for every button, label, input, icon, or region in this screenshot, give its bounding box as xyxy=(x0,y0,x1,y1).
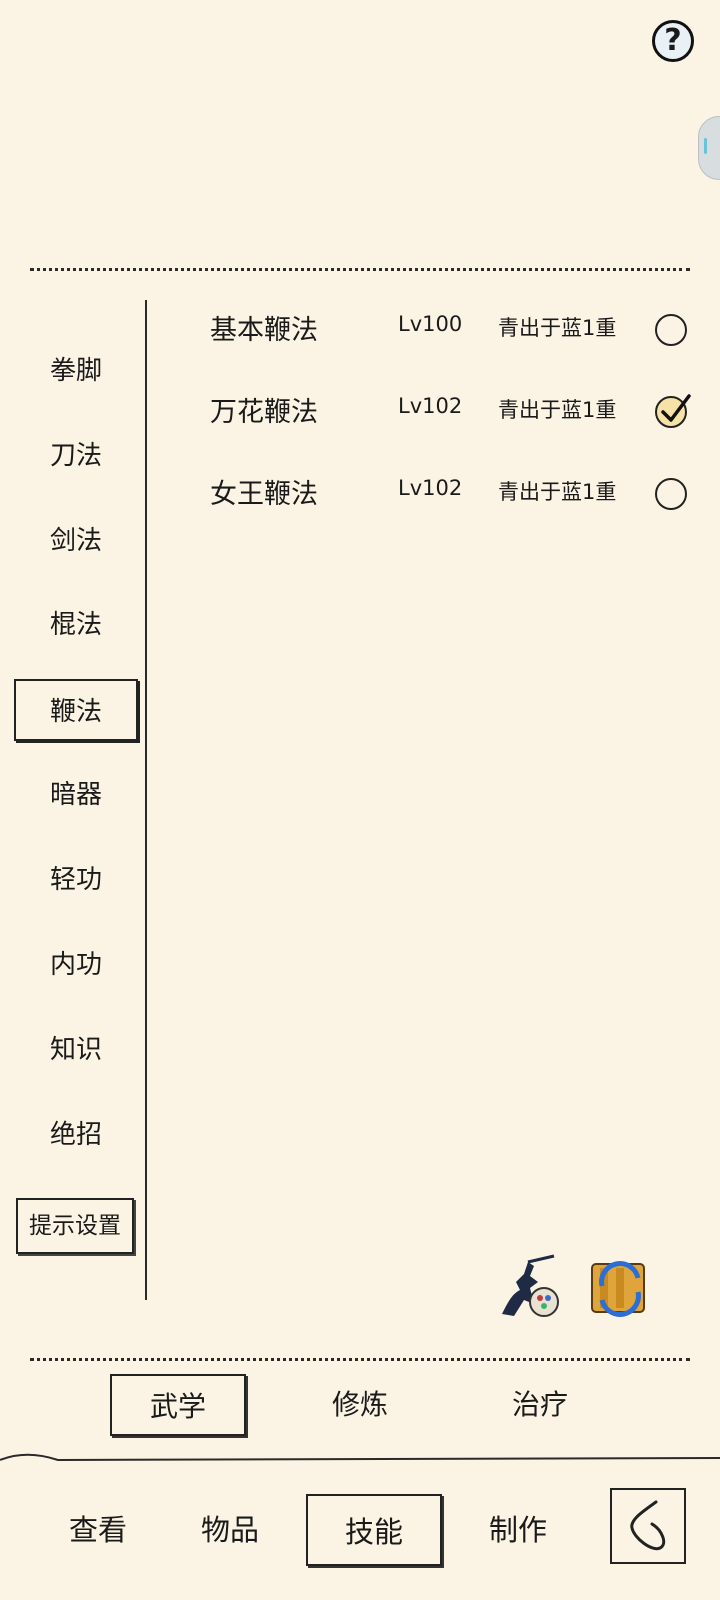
category-label: 内功 xyxy=(49,950,102,980)
category-gunfa[interactable]: 棍法 xyxy=(14,594,138,656)
category-label: 剑法 xyxy=(49,526,102,556)
category-anqi[interactable]: 暗器 xyxy=(14,764,138,826)
nav-label: 技能 xyxy=(344,1515,403,1549)
skill-select-radio[interactable] xyxy=(655,314,687,346)
category-label: 绝招 xyxy=(49,1120,102,1150)
category-zhishi[interactable]: 知识 xyxy=(14,1019,138,1081)
hint-settings-button[interactable]: 提示设置 xyxy=(16,1198,134,1254)
hint-settings-label: 提示设置 xyxy=(29,1213,121,1239)
tab-zhiliao[interactable]: 治疗 xyxy=(472,1374,608,1436)
skill-level: Lv102 xyxy=(398,394,463,418)
brush-divider xyxy=(0,1448,720,1468)
category-label: 拳脚 xyxy=(49,356,102,386)
bottom-divider xyxy=(30,1358,690,1361)
nav-label: 制作 xyxy=(488,1513,547,1547)
skill-name: 女王鞭法 xyxy=(210,479,318,510)
nav-jineng[interactable]: 技能 xyxy=(306,1494,442,1566)
category-quanjiao[interactable]: 拳脚 xyxy=(14,340,138,402)
tab-xiulian[interactable]: 修炼 xyxy=(292,1374,428,1436)
skill-select-radio[interactable] xyxy=(655,478,687,510)
help-button[interactable]: ? xyxy=(652,20,694,62)
skill-tier: 青出于蓝1重 xyxy=(498,480,617,504)
skill-tier: 青出于蓝1重 xyxy=(498,316,617,340)
skill-name: 基本鞭法 xyxy=(210,315,318,346)
nav-label: 查看 xyxy=(68,1513,127,1547)
skill-select-radio-checked[interactable] xyxy=(655,394,691,428)
skill-tier: 青出于蓝1重 xyxy=(498,398,617,422)
category-jianfa[interactable]: 剑法 xyxy=(14,510,138,572)
top-divider xyxy=(30,268,690,271)
side-drawer-handle[interactable] xyxy=(698,116,720,180)
nav-label: 物品 xyxy=(200,1513,259,1547)
skill-row[interactable]: 女王鞭法 Lv102 青出于蓝1重 xyxy=(200,466,700,516)
help-icon: ? xyxy=(664,23,682,58)
nav-zhizuo[interactable]: 制作 xyxy=(458,1494,578,1566)
back-button[interactable] xyxy=(610,1488,686,1564)
skill-row[interactable]: 基本鞭法 Lv100 青出于蓝1重 xyxy=(200,302,700,352)
tab-label: 治疗 xyxy=(511,1388,568,1421)
warrior-paint-icon[interactable] xyxy=(494,1254,562,1320)
tab-wuxue[interactable]: 武学 xyxy=(110,1374,246,1436)
category-neigong[interactable]: 内功 xyxy=(14,934,138,996)
nav-chakan[interactable]: 查看 xyxy=(38,1494,158,1566)
tab-label: 修炼 xyxy=(331,1388,388,1421)
skill-name: 万花鞭法 xyxy=(210,397,318,428)
category-label: 鞭法 xyxy=(49,697,102,727)
category-juezhao[interactable]: 绝招 xyxy=(14,1104,138,1166)
nav-wupin[interactable]: 物品 xyxy=(170,1494,290,1566)
skill-level: Lv100 xyxy=(398,312,463,336)
category-label: 刀法 xyxy=(49,441,102,471)
skill-level: Lv102 xyxy=(398,476,463,500)
back-arrow-icon xyxy=(630,1500,666,1551)
sidebar-divider xyxy=(145,300,147,1300)
category-daofa[interactable]: 刀法 xyxy=(14,425,138,487)
category-label: 棍法 xyxy=(49,610,102,640)
tab-label: 武学 xyxy=(149,1390,206,1423)
category-label: 轻功 xyxy=(49,865,102,895)
category-qinggong[interactable]: 轻功 xyxy=(14,849,138,911)
scroll-swap-icon[interactable] xyxy=(586,1256,654,1320)
category-label: 暗器 xyxy=(49,780,102,810)
skill-row[interactable]: 万花鞭法 Lv102 青出于蓝1重 xyxy=(200,384,700,434)
category-bianfa[interactable]: 鞭法 xyxy=(14,679,138,741)
checkmark-icon xyxy=(661,394,691,422)
handle-mark xyxy=(704,138,707,154)
category-label: 知识 xyxy=(49,1035,102,1065)
